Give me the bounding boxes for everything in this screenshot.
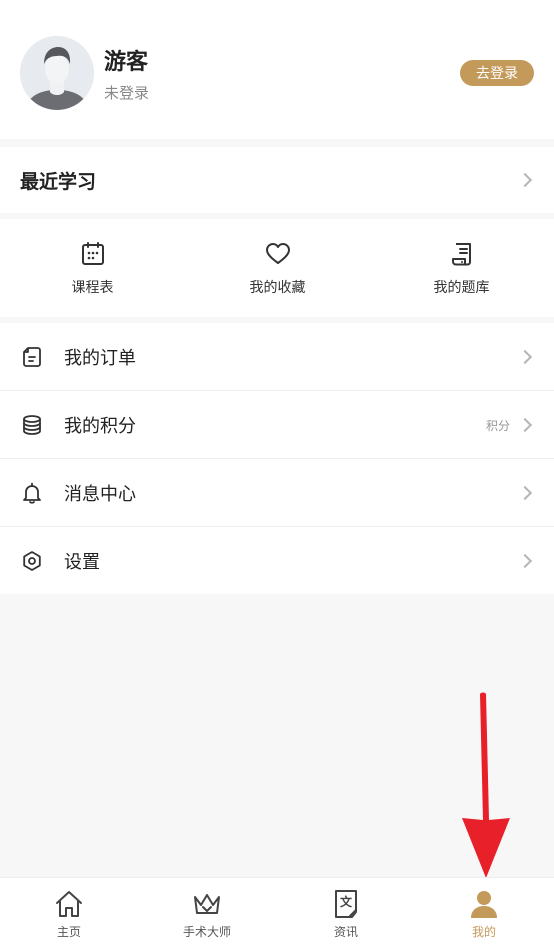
- points-value: 积分: [485, 418, 510, 433]
- order-icon: [23, 347, 41, 367]
- menu-item-label: 我的积分: [64, 416, 136, 437]
- menu-item-label: 消息中心: [64, 484, 136, 505]
- points-icon: [23, 415, 41, 435]
- tab-surgery-master[interactable]: 手术大师: [138, 878, 276, 951]
- home-icon: [56, 891, 82, 917]
- menu-list: 我的订单 我的积分 积分 消息中心 设置: [0, 323, 554, 594]
- menu-item-settings[interactable]: 设置: [0, 527, 554, 595]
- menu-item-messages[interactable]: 消息中心: [0, 459, 554, 527]
- user-name: 游客: [104, 50, 149, 75]
- chevron-right-icon: [517, 349, 533, 365]
- chevron-right-icon: [517, 553, 533, 569]
- login-status: 未登录: [104, 84, 150, 102]
- tab-label: 主页: [56, 925, 81, 939]
- user-icon: [471, 891, 497, 918]
- annotation-arrow-icon: [462, 692, 510, 878]
- menu-item-points[interactable]: 我的积分 积分: [0, 391, 554, 459]
- quick-item-question-bank[interactable]: 我的题库: [369, 219, 554, 317]
- menu-item-label: 我的订单: [64, 348, 136, 369]
- crown-icon: [194, 894, 220, 914]
- recent-learning-row[interactable]: 最近学习: [0, 147, 554, 213]
- tab-home[interactable]: 主页: [0, 878, 138, 951]
- tab-mine[interactable]: 我的: [415, 878, 553, 951]
- tab-label: 手术大师: [182, 925, 231, 939]
- chevron-right-icon: [517, 172, 533, 188]
- quick-item-label: 我的题库: [433, 280, 490, 296]
- quick-item-label: 我的收藏: [249, 280, 306, 296]
- login-button[interactable]: 去登录: [460, 60, 534, 86]
- chevron-right-icon: [517, 485, 533, 501]
- profile-header: 游客 未登录 去登录: [0, 0, 554, 139]
- tab-label: 资讯: [333, 925, 358, 939]
- quick-item-schedule[interactable]: 课程表: [0, 219, 185, 317]
- quick-actions: 课程表 我的收藏 我的题库: [0, 219, 554, 317]
- question-bank-icon: [451, 243, 471, 266]
- menu-item-label: 设置: [64, 552, 100, 573]
- svg-text:文: 文: [340, 894, 353, 909]
- calendar-icon: [81, 242, 104, 265]
- quick-item-label: 课程表: [71, 280, 114, 296]
- bottom-tab-bar: 主页 手术大师 文 资讯 我的: [0, 877, 554, 951]
- menu-item-orders[interactable]: 我的订单: [0, 323, 554, 391]
- settings-icon: [23, 551, 41, 571]
- tab-news[interactable]: 文 资讯: [277, 878, 415, 951]
- news-icon: 文: [335, 890, 357, 918]
- avatar[interactable]: [20, 36, 94, 110]
- quick-item-favorites[interactable]: 我的收藏: [185, 219, 370, 317]
- default-avatar-icon: [20, 36, 94, 110]
- recent-learning-title: 最近学习: [20, 170, 97, 193]
- tab-label: 我的: [471, 925, 496, 939]
- bell-icon: [23, 482, 41, 504]
- heart-icon: [265, 243, 290, 264]
- chevron-right-icon: [517, 417, 533, 433]
